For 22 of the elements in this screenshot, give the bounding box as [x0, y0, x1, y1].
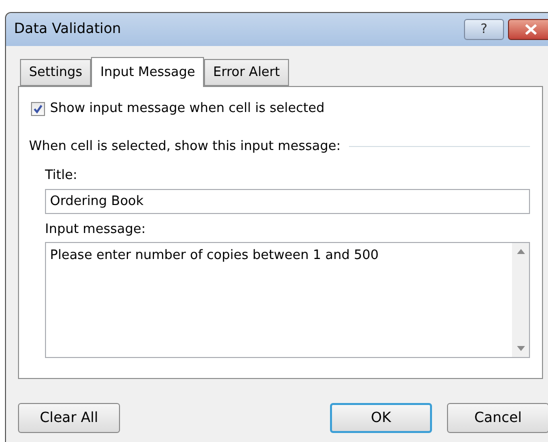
window-title: Data Validation: [14, 20, 122, 39]
dialog-button[interactable]: Cancel: [447, 403, 548, 433]
tab[interactable]: Settings: [20, 59, 92, 86]
field-label: Input message:: [45, 220, 147, 238]
group-label: When cell is selected, show this input message:: [29, 138, 341, 156]
close-icon: [525, 24, 537, 35]
checkbox-label: Show input message when cell is selected: [50, 100, 324, 118]
tab[interactable]: Error Alert: [204, 59, 289, 86]
checkmark-icon: [33, 104, 43, 114]
dialog-button[interactable]: OK: [330, 403, 432, 433]
close-button[interactable]: [508, 19, 548, 40]
scroll-down-icon[interactable]: [516, 346, 524, 351]
message-field[interactable]: Please enter number of copies between 1 and 500: [45, 242, 530, 358]
help-button[interactable]: ?: [464, 19, 504, 40]
scroll-up-icon[interactable]: [516, 249, 524, 254]
dialog-button[interactable]: Clear All: [18, 403, 120, 433]
message-text: Please enter number of copies between 1 and 500: [49, 247, 380, 265]
field-label: Title:: [45, 167, 78, 185]
checkbox[interactable]: [31, 102, 45, 116]
tab[interactable]: Input Message: [91, 57, 204, 87]
title-field[interactable]: Ordering Book: [45, 188, 530, 214]
scrollbar[interactable]: [512, 243, 529, 357]
